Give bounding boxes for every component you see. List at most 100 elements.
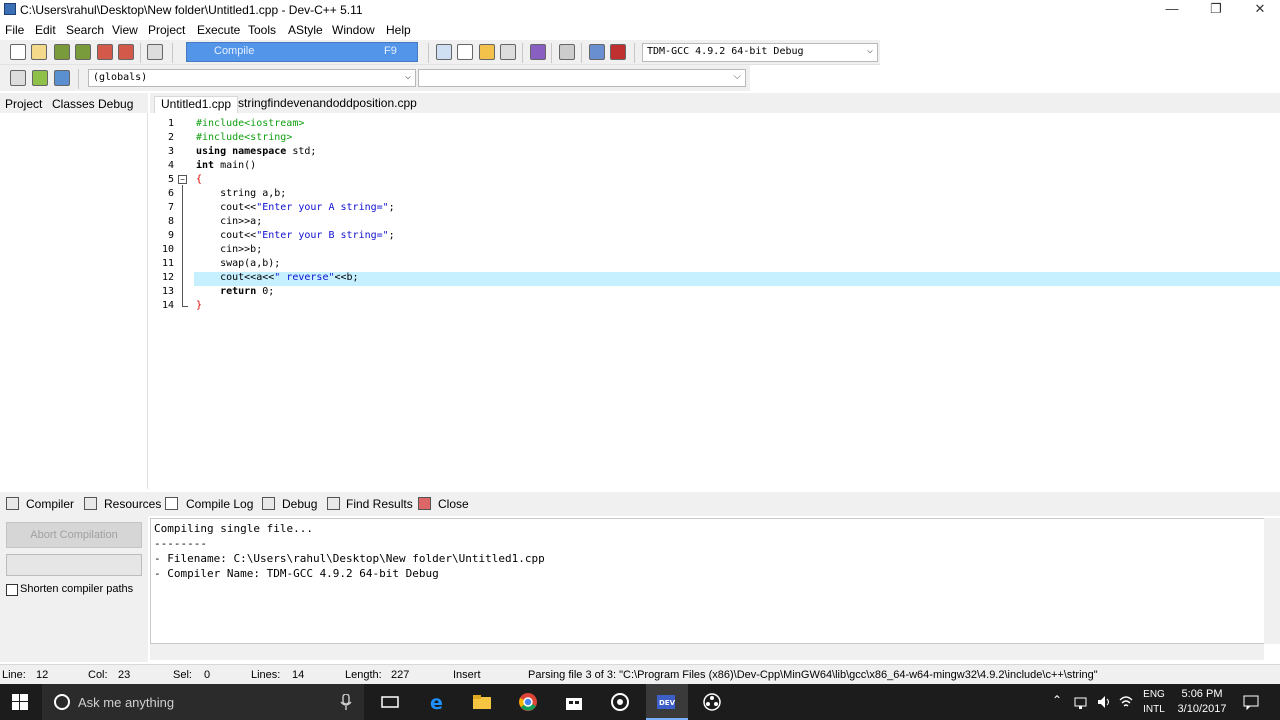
- tab-stringfindevenandoddposition[interactable]: stringfindevenandoddposition.cpp: [232, 96, 423, 113]
- volume-icon[interactable]: [1096, 694, 1112, 710]
- line-number: 4: [167, 160, 174, 171]
- delete-profile-icon[interactable]: [610, 44, 626, 60]
- keyboard-layout: INTL: [1143, 704, 1165, 715]
- check-syntax-icon[interactable]: [530, 44, 546, 60]
- tab-debug[interactable]: Debug: [98, 97, 133, 111]
- log-vertical-scrollbar[interactable]: [1264, 518, 1280, 644]
- code-line-11: swap(a,b);: [196, 258, 281, 269]
- microphone-icon[interactable]: [340, 694, 352, 710]
- devcpp-app-icon: [4, 3, 16, 15]
- tab-classes[interactable]: Classes: [52, 97, 95, 111]
- abort-compilation-button[interactable]: Abort Compilation: [6, 522, 142, 548]
- media-player-icon[interactable]: [610, 692, 630, 712]
- show-hidden-icons-chevron-icon[interactable]: ⌃: [1052, 693, 1062, 707]
- open-file-icon[interactable]: [31, 44, 47, 60]
- menu-window[interactable]: Window: [332, 23, 375, 37]
- save-icon[interactable]: [54, 44, 70, 60]
- close-all-icon[interactable]: [118, 44, 134, 60]
- clock[interactable]: 5:06 PM 3/10/2017: [1176, 687, 1228, 717]
- status-message: Parsing file 3 of 3: "C:\Program Files (…: [528, 669, 1098, 681]
- svg-text:DEV: DEV: [659, 699, 676, 707]
- new-file-icon[interactable]: [10, 44, 26, 60]
- store-icon[interactable]: [564, 692, 584, 712]
- menu-file[interactable]: File: [5, 23, 24, 37]
- tab-compile-log[interactable]: Compile Log: [186, 497, 253, 511]
- new-class-icon[interactable]: [436, 44, 452, 60]
- close-file-icon[interactable]: [97, 44, 113, 60]
- tab-resources[interactable]: Resources: [104, 497, 161, 511]
- menu-tools[interactable]: Tools: [248, 23, 276, 37]
- minimize-button[interactable]: —: [1150, 0, 1194, 20]
- line-number: 14: [161, 300, 174, 311]
- compile-log-output[interactable]: Compiling single file... -------- - Filena…: [150, 518, 1264, 644]
- grid-icon[interactable]: [500, 44, 516, 60]
- menu-execute[interactable]: Execute: [197, 23, 240, 37]
- language-code: ENG: [1143, 689, 1165, 700]
- menu-bar: File Edit Search View Project Execute To…: [0, 20, 1280, 40]
- menu-search[interactable]: Search: [66, 23, 104, 37]
- menu-view[interactable]: View: [112, 23, 138, 37]
- new-window-icon[interactable]: [457, 44, 473, 60]
- menu-astyle[interactable]: AStyle: [288, 23, 323, 37]
- compile-progress-bar: [6, 554, 142, 576]
- action-center-icon[interactable]: [1243, 694, 1259, 710]
- line-number: 10: [161, 244, 174, 255]
- resources-icon: [84, 497, 97, 510]
- code-editor[interactable]: [150, 113, 1280, 489]
- log-horizontal-scrollbar[interactable]: [150, 644, 1264, 660]
- tab-untitled1[interactable]: Untitled1.cpp: [154, 96, 239, 113]
- fold-toggle-icon[interactable]: −: [178, 175, 187, 184]
- bookmark-icon[interactable]: [54, 70, 70, 86]
- debug-check-icon: [262, 497, 275, 510]
- function-select[interactable]: ⌵: [418, 69, 746, 87]
- status-sel: 0: [204, 669, 211, 681]
- toolbar-separator: [634, 43, 635, 63]
- status-bar: Line: 12 Col: 23 Sel: 0 Lines: 14 Length…: [0, 664, 1280, 684]
- stop-icon[interactable]: [559, 44, 575, 60]
- menu-help[interactable]: Help: [386, 23, 411, 37]
- input-language[interactable]: ENG INTL: [1140, 687, 1168, 717]
- print-icon[interactable]: [147, 44, 163, 60]
- network-icon[interactable]: [1074, 694, 1090, 710]
- line-number: 5: [167, 174, 174, 185]
- status-col: 23: [118, 669, 131, 681]
- code-line-5: {: [196, 174, 203, 185]
- indent-icon[interactable]: [10, 70, 26, 86]
- toolbar-separator: [172, 43, 173, 63]
- close-panel-button[interactable]: Close: [438, 497, 469, 511]
- wifi-icon[interactable]: [1118, 694, 1134, 710]
- tab-debug-output[interactable]: Debug: [282, 497, 317, 511]
- menu-edit[interactable]: Edit: [35, 23, 56, 37]
- edge-browser-icon[interactable]: e: [428, 692, 448, 712]
- chrome-icon[interactable]: [518, 692, 538, 712]
- line-number: 2: [167, 132, 174, 143]
- tab-compiler[interactable]: Compiler: [26, 497, 74, 511]
- obs-recorder-icon[interactable]: [702, 692, 722, 712]
- menu-project[interactable]: Project: [148, 23, 185, 37]
- windows-start-icon[interactable]: [12, 694, 28, 710]
- project-options-icon[interactable]: [479, 44, 495, 60]
- profile-chart-icon[interactable]: [589, 44, 605, 60]
- toolbar-separator: [551, 43, 552, 63]
- search-placeholder: Ask me anything: [78, 695, 175, 710]
- compiler-select[interactable]: TDM-GCC 4.9.2 64-bit Debug ⌵: [642, 43, 878, 62]
- scope-select[interactable]: (globals) ⌵: [88, 69, 416, 87]
- line-number: 11: [161, 258, 174, 269]
- status-line-label: Line:: [2, 669, 26, 681]
- fold-guide: [182, 185, 183, 307]
- code-line-8: cin>>a;: [196, 216, 263, 227]
- tab-project[interactable]: Project: [5, 97, 42, 111]
- code-line-10: cin>>b;: [196, 244, 263, 255]
- tab-find-results[interactable]: Find Results: [346, 497, 413, 511]
- shorten-paths-checkbox[interactable]: [6, 584, 18, 596]
- chevron-down-icon: ⌵: [733, 71, 741, 82]
- log-line: Compiling single file...: [154, 522, 313, 535]
- task-view-icon[interactable]: [380, 692, 400, 712]
- toolbar-separator: [78, 69, 79, 89]
- goto-icon[interactable]: [32, 70, 48, 86]
- compile-log-icon: [165, 497, 178, 510]
- restore-button[interactable]: ❐: [1194, 0, 1238, 20]
- save-all-icon[interactable]: [75, 44, 91, 60]
- file-explorer-icon[interactable]: [472, 692, 492, 712]
- close-window-button[interactable]: ✕: [1238, 0, 1280, 20]
